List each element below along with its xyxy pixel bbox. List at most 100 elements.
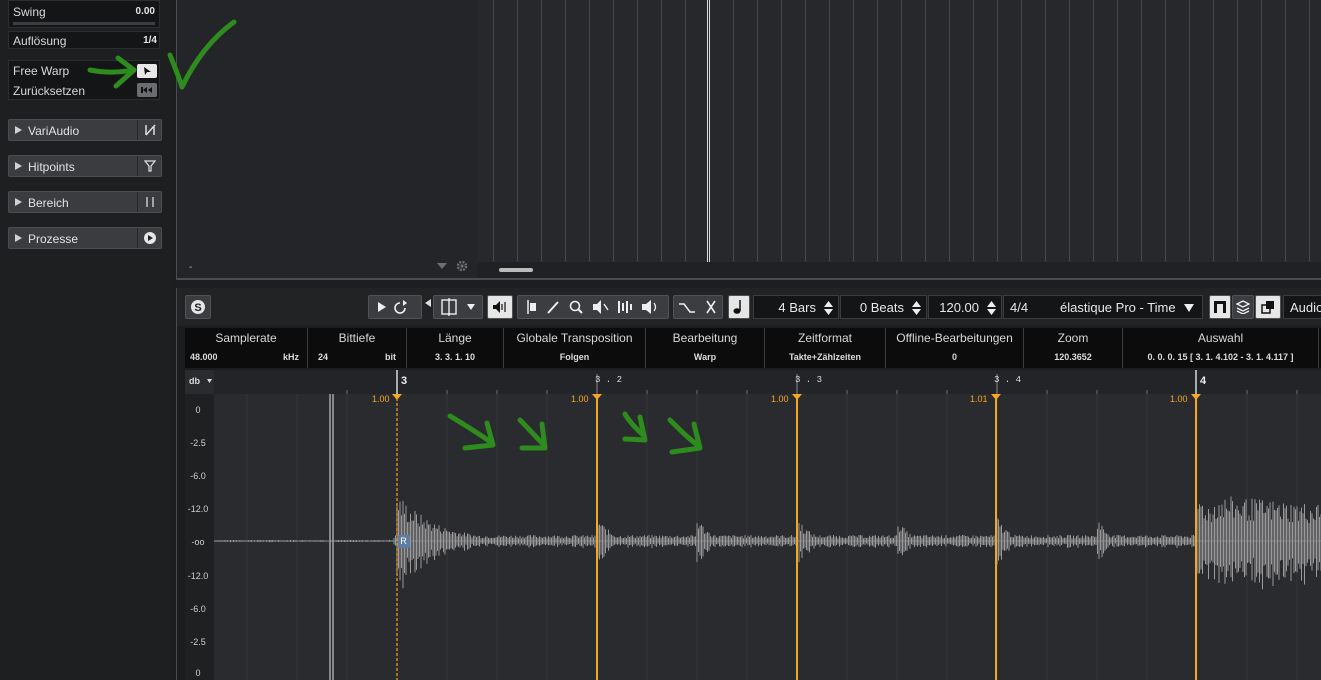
info-bearbeitung-header: Bearbeitung (672, 331, 738, 345)
play-circle-icon[interactable] (137, 228, 161, 248)
warp-box: Free Warp Zurücksetzen (8, 60, 160, 100)
grid-line (589, 0, 590, 262)
spin-updown-icon[interactable] (987, 300, 996, 316)
spin-updown-icon[interactable] (824, 300, 833, 316)
range-icon[interactable] (137, 192, 161, 212)
info-zeitformat-value[interactable]: Takte+Zählzeiten (765, 352, 885, 362)
windows-button[interactable] (1255, 295, 1281, 319)
info-auswahl-value[interactable]: 0. 0. 0. 15 [ 3. 1. 4.102 - 3. 1. 4.117 … (1123, 352, 1318, 362)
grid-line (661, 0, 662, 262)
db-label: -6.0 (190, 471, 206, 481)
audio-tab[interactable]: Audio (1283, 295, 1321, 319)
beats-value: 0 Beats (859, 299, 904, 315)
layers-button[interactable] (1232, 295, 1254, 319)
info-offline-header: Offline-Bearbeitungen (896, 331, 1013, 345)
grid-line (1261, 0, 1262, 262)
grid-line (1069, 0, 1070, 262)
info-bittiefe-unit: bit (385, 352, 396, 362)
info-samplerate-unit: kHz (282, 352, 299, 362)
warp-value: 1.00 (1170, 394, 1188, 404)
signature-value[interactable]: 4/4 (1010, 300, 1028, 315)
crossfade-icon[interactable] (706, 300, 716, 314)
solo-icon: S (191, 300, 205, 314)
algorithm-value[interactable]: élastique Pro - Time (1060, 300, 1176, 315)
tool-select-group[interactable] (433, 295, 483, 319)
grid-line (1021, 0, 1022, 262)
section-variaudio[interactable]: VariAudio (8, 119, 162, 141)
audition-icon[interactable] (642, 300, 657, 314)
gear-icon[interactable] (456, 260, 468, 272)
info-zoom-value[interactable]: 120.3652 (1024, 352, 1122, 362)
info-bittiefe-value: 24 (318, 352, 329, 362)
info-bearbeitung-value[interactable]: Warp (646, 352, 764, 362)
editor-toolbar: S 4 Bars 0 Beats 120.00 4/4 élastique Pr… (177, 288, 1321, 326)
dropdown-arrow-icon[interactable] (436, 262, 448, 270)
aufloesung-row[interactable]: Auflösung 1/4 (9, 31, 161, 51)
info-laenge-value[interactable]: 3. 3. 1. 10 (407, 352, 503, 362)
horizontal-scrollbar[interactable] (477, 262, 1321, 278)
tempo-field[interactable]: 120.00 (928, 295, 1002, 319)
info-transposition: Globale Transposition Folgen (504, 328, 646, 368)
grid-line (517, 0, 518, 262)
swing-value[interactable]: 0.00 (136, 6, 155, 17)
section-hitpoints[interactable]: Hitpoints (8, 155, 162, 177)
section-bereich[interactable]: Bereich (8, 191, 162, 213)
db-label: -2.5 (190, 438, 206, 448)
db-label: -oo (191, 537, 205, 547)
snap-icon[interactable] (679, 303, 695, 313)
grid-line (1285, 0, 1286, 262)
expand-triangle-icon (15, 126, 22, 134)
aufloesung-value[interactable]: 1/4 (143, 35, 157, 46)
zoom-icon[interactable] (569, 300, 583, 314)
grid-line (541, 0, 542, 262)
grid-line (877, 0, 878, 262)
snap-group (673, 295, 723, 319)
expand-triangle-icon (15, 198, 22, 206)
zuruecksetzen-button[interactable] (137, 83, 157, 97)
play-icon[interactable] (378, 302, 386, 312)
mute-icon[interactable] (593, 300, 609, 314)
swing-label: Swing (13, 5, 46, 19)
grid-line (829, 0, 830, 262)
dropdown-arrow-icon[interactable] (1184, 304, 1194, 312)
grid-line (565, 0, 566, 262)
warp-tool-icon[interactable] (618, 301, 632, 313)
layers-icon (1236, 300, 1250, 314)
info-bearbeitung: Bearbeitung Warp (646, 328, 765, 368)
scrollbar-thumb[interactable] (499, 268, 533, 272)
musical-mode-button[interactable] (728, 295, 750, 319)
spin-updown-icon[interactable] (912, 300, 921, 316)
solo-button[interactable]: S (185, 295, 211, 319)
cursor-icon (144, 67, 151, 75)
info-transposition-value[interactable]: Folgen (504, 352, 645, 362)
free-warp-button[interactable] (137, 64, 157, 78)
info-offline-value[interactable]: 0 (886, 352, 1023, 362)
db-scale: db 0 -2.5 -6.0 -12.0 -oo -12.0 -6.0 -2.5… (185, 370, 214, 680)
svg-text:S: S (194, 302, 201, 314)
dropdown-arrow-icon (207, 379, 212, 383)
swing-box: Swing 0.00 (8, 0, 160, 28)
info-auswahl: Auswahl 0. 0. 0. 15 [ 3. 1. 4.102 - 3. 1… (1123, 328, 1319, 368)
swing-row[interactable]: Swing 0.00 (9, 2, 161, 22)
db-label: 0 (195, 668, 201, 678)
info-offline: Offline-Bearbeitungen 0 (886, 328, 1024, 368)
beats-field[interactable]: 0 Beats (840, 295, 927, 319)
speaker-button[interactable] (487, 295, 513, 319)
overview-button[interactable] (1209, 295, 1231, 319)
grid-line (637, 0, 638, 262)
info-zoom: Zoom 120.3652 (1024, 328, 1123, 368)
zuruecksetzen-label: Zurücksetzen (13, 84, 86, 98)
free-warp-label: Free Warp (13, 64, 70, 78)
swing-slider[interactable] (13, 22, 155, 25)
range-select-icon[interactable] (527, 300, 536, 314)
algorithm-field[interactable]: 4/4 élastique Pro - Time (1003, 295, 1203, 319)
grid-line (1165, 0, 1166, 262)
variaudio-icon[interactable] (137, 120, 161, 140)
bars-field[interactable]: 4 Bars (753, 295, 839, 319)
pencil-icon[interactable] (547, 301, 559, 314)
grid-line (1093, 0, 1094, 262)
filter-icon[interactable] (137, 156, 161, 176)
section-prozesse[interactable]: Prozesse (8, 227, 162, 249)
warp-markers (392, 394, 1201, 680)
db-unit-selector[interactable]: db (185, 370, 214, 394)
